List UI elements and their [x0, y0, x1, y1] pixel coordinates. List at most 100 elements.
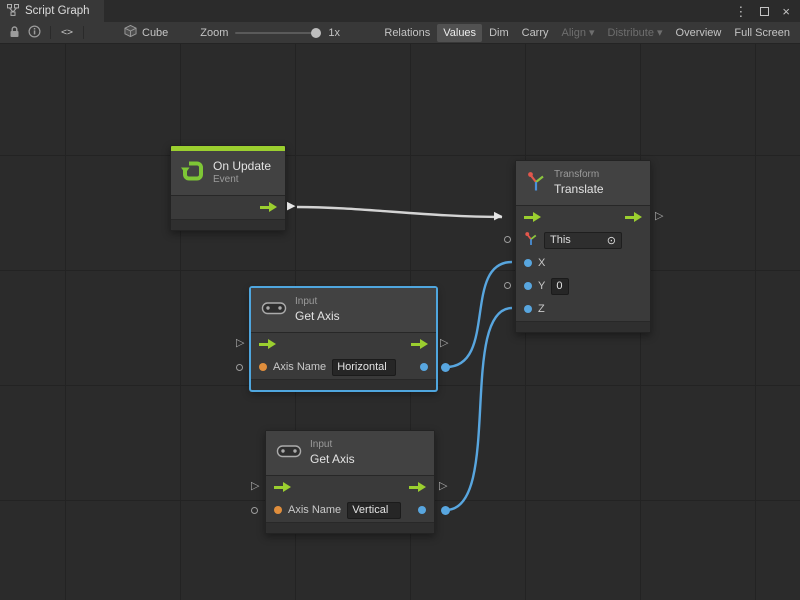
- carry-button[interactable]: Carry: [516, 24, 555, 42]
- flow-output-port[interactable]: [625, 212, 642, 223]
- flow-connection-wire[interactable]: [297, 207, 502, 217]
- get-axis-horizontal-wire-endpoint[interactable]: [441, 363, 450, 372]
- axis-name-label: Axis Name: [288, 504, 341, 516]
- flow-output-port[interactable]: [260, 202, 277, 213]
- node-category: Input: [295, 296, 340, 309]
- window-close-button[interactable]: ×: [782, 5, 790, 18]
- value-output-port[interactable]: [420, 363, 428, 371]
- lock-icon: [9, 25, 20, 41]
- distribute-button[interactable]: Distribute ▾: [602, 24, 669, 42]
- this-label: This: [550, 234, 571, 246]
- this-row: This ⊙: [516, 229, 650, 252]
- lock-button[interactable]: [4, 24, 24, 42]
- x-input-port[interactable]: [524, 259, 532, 267]
- get-axis-vertical-header[interactable]: Input Get Axis: [266, 431, 434, 475]
- this-object-field[interactable]: This ⊙: [544, 232, 622, 249]
- title-bar: Script Graph ⋮ ×: [0, 0, 800, 22]
- node-title: Get Axis: [295, 309, 340, 324]
- get-axis-vertical-body: Axis Name: [266, 475, 434, 522]
- y-label: Y: [538, 280, 545, 292]
- chevron-down-icon: ▾: [657, 26, 663, 39]
- dim-button[interactable]: Dim: [483, 24, 515, 42]
- on-update-header[interactable]: On Update Event: [171, 151, 285, 195]
- cube-icon: [124, 24, 137, 41]
- get-axis-vertical-input-triangle-port[interactable]: ▷: [251, 481, 259, 492]
- tab-script-graph[interactable]: Script Graph: [0, 0, 104, 22]
- node-title: On Update: [213, 159, 271, 174]
- node-footer: [516, 321, 650, 332]
- node-get-axis-horizontal[interactable]: Input Get Axis Axis Name: [250, 287, 437, 391]
- node-footer: [251, 379, 436, 390]
- get-axis-horizontal-input-triangle-port[interactable]: ▷: [236, 338, 244, 349]
- axis-name-input-port[interactable]: [259, 363, 267, 371]
- edit-script-button[interactable]: <>: [57, 24, 77, 42]
- graph-toolbar: <> Cube Zoom 1x Relations Values Dim Car…: [0, 22, 800, 44]
- translate-input-triangle-port[interactable]: ▶: [494, 211, 502, 222]
- translate-header[interactable]: Transform Translate: [516, 161, 650, 205]
- node-title: Translate: [554, 182, 604, 197]
- value-output-port[interactable]: [418, 506, 426, 514]
- zoom-slider-handle[interactable]: [311, 28, 321, 38]
- node-footer: [171, 219, 285, 230]
- flow-input-port[interactable]: [524, 212, 541, 223]
- flow-input-port[interactable]: [259, 339, 276, 350]
- z-label: Z: [538, 303, 545, 315]
- on-update-output-triangle-port[interactable]: ▶: [287, 201, 295, 212]
- get-axis-horizontal-param-circle[interactable]: [236, 364, 243, 371]
- axis-name-input[interactable]: [332, 359, 396, 376]
- inspect-button[interactable]: [24, 24, 44, 42]
- distribute-button-label: Distribute: [608, 27, 654, 39]
- align-button-label: Align: [562, 27, 586, 39]
- node-on-update[interactable]: On Update Event: [170, 145, 286, 231]
- align-button[interactable]: Align ▾: [556, 24, 601, 42]
- full-screen-button[interactable]: Full Screen: [728, 24, 796, 42]
- flow-output-port[interactable]: [409, 482, 426, 493]
- window-menu-button[interactable]: ⋮: [734, 5, 747, 18]
- get-axis-horizontal-output-triangle-port[interactable]: ▷: [440, 338, 448, 349]
- get-axis-vertical-output-triangle-port[interactable]: ▷: [439, 481, 447, 492]
- value-connection-vertical-z[interactable]: [446, 308, 512, 510]
- flow-input-port[interactable]: [274, 482, 291, 493]
- info-icon: [28, 25, 41, 41]
- window-maximize-button[interactable]: [760, 5, 769, 18]
- chevron-down-icon: ▾: [589, 26, 595, 39]
- relations-button[interactable]: Relations: [378, 24, 436, 42]
- update-loop-icon: [181, 159, 205, 186]
- y-input-port[interactable]: [524, 282, 532, 290]
- control-row: [171, 196, 285, 219]
- node-translate[interactable]: Transform Translate: [515, 160, 651, 333]
- axis-name-input[interactable]: [347, 502, 401, 519]
- script-graph-window: Script Graph ⋮ ×: [0, 0, 800, 600]
- axis-name-input-port[interactable]: [274, 506, 282, 514]
- zoom-slider[interactable]: [235, 32, 321, 34]
- get-axis-horizontal-header[interactable]: Input Get Axis: [251, 288, 436, 332]
- value-connection-horizontal-x[interactable]: [446, 262, 512, 367]
- translate-this-port-circle[interactable]: [504, 236, 511, 243]
- graph-target[interactable]: Cube: [124, 24, 168, 41]
- values-button[interactable]: Values: [437, 24, 482, 42]
- script-graph-icon: [7, 4, 19, 19]
- gamepad-icon: [261, 300, 287, 319]
- y-value-input[interactable]: [551, 278, 569, 295]
- get-axis-vertical-param-circle[interactable]: [251, 507, 258, 514]
- control-row: [251, 333, 436, 356]
- object-picker-icon[interactable]: ⊙: [607, 234, 616, 247]
- translate-body: This ⊙ X Y Z: [516, 205, 650, 321]
- flow-output-port[interactable]: [411, 339, 428, 350]
- get-axis-vertical-wire-endpoint[interactable]: [441, 506, 450, 515]
- node-get-axis-vertical[interactable]: Input Get Axis Axis Name: [265, 430, 435, 534]
- control-row: [516, 206, 650, 229]
- zoom-value: 1x: [328, 27, 340, 39]
- graph-canvas[interactable]: On Update Event: [0, 44, 800, 600]
- graph-target-label: Cube: [142, 27, 168, 39]
- overview-button[interactable]: Overview: [670, 24, 728, 42]
- z-input-port[interactable]: [524, 305, 532, 313]
- y-row: Y: [516, 275, 650, 298]
- translate-y-port-circle[interactable]: [504, 282, 511, 289]
- node-category: Transform: [554, 169, 604, 182]
- axis-name-label: Axis Name: [273, 361, 326, 373]
- translate-output-triangle-port[interactable]: ▷: [655, 211, 663, 222]
- code-icon: <>: [61, 27, 73, 38]
- get-axis-horizontal-body: Axis Name: [251, 332, 436, 379]
- toolbar-separator: [83, 26, 84, 39]
